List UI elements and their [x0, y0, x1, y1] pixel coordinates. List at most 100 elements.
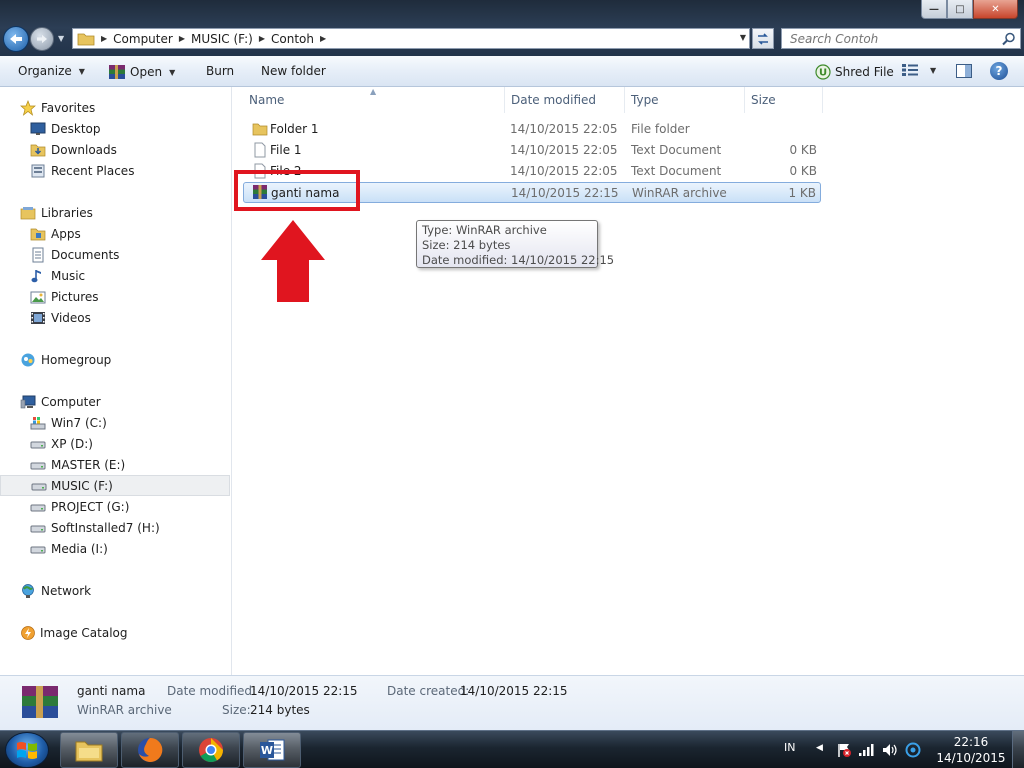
hard-drive-icon	[30, 525, 46, 532]
volume-icon[interactable]	[881, 742, 897, 758]
details-date-created-label: Date created:	[387, 684, 470, 698]
burn-label: Burn	[206, 64, 235, 78]
new-folder-button[interactable]: New folder	[261, 64, 326, 78]
videos-icon	[31, 311, 45, 324]
clock-time: 22:16	[953, 735, 989, 749]
nav-network[interactable]: Network	[0, 580, 230, 601]
breadcrumb-contoh[interactable]: Contoh	[271, 32, 314, 46]
show-hidden-icons-icon[interactable]: ◀	[816, 743, 823, 753]
nav-drive-g[interactable]: PROJECT (G:)	[0, 496, 230, 517]
details-pane: ganti nama WinRAR archive Date modified:…	[0, 675, 1024, 730]
desktop-icon	[30, 122, 46, 135]
shred-file-button[interactable]: U Shred File	[815, 64, 894, 80]
breadcrumb-computer[interactable]: Computer	[113, 32, 173, 46]
network-icon	[22, 583, 34, 598]
nav-label: Recent Places	[51, 163, 135, 178]
file-date: 14/10/2015 22:05	[510, 143, 618, 157]
file-date: 14/10/2015 22:05	[510, 122, 618, 136]
apps-library-icon	[30, 228, 46, 240]
nav-computer[interactable]: Computer	[0, 391, 230, 412]
network-signal-icon[interactable]	[858, 742, 874, 758]
column-header-label: Name	[249, 93, 285, 107]
nav-label: MUSIC (F:)	[51, 478, 113, 493]
file-tooltip: Type: WinRAR archive Size: 214 bytes Dat…	[416, 220, 615, 268]
taskbar-chrome[interactable]	[182, 732, 240, 768]
column-header-date-modified[interactable]: Date modified	[505, 87, 625, 113]
action-center-flag-icon[interactable]	[836, 742, 852, 758]
breadcrumb-separator-icon[interactable]: ▶	[320, 34, 326, 43]
minimize-button[interactable]: —	[921, 0, 947, 19]
shred-icon: U	[815, 64, 831, 80]
breadcrumb-music-drive[interactable]: MUSIC (F:)	[191, 32, 253, 46]
show-desktop-button[interactable]	[1012, 731, 1024, 768]
preview-pane-icon[interactable]	[956, 64, 972, 78]
search-input[interactable]	[790, 31, 990, 46]
nav-drive-f[interactable]: MUSIC (F:)	[0, 475, 230, 496]
details-size: 214 bytes	[250, 703, 310, 717]
taskbar-word[interactable]: W	[243, 732, 301, 768]
close-button[interactable]: ✕	[973, 0, 1018, 19]
column-header-size[interactable]: Size	[745, 87, 823, 113]
maximize-button[interactable]: □	[947, 0, 973, 19]
breadcrumb-separator-icon[interactable]: ▶	[101, 34, 107, 43]
address-bar[interactable]: ▶ Computer ▶ MUSIC (F:) ▶ Contoh ▶ ▼	[72, 28, 750, 49]
folder-icon	[77, 33, 95, 45]
nav-libraries[interactable]: Libraries	[0, 202, 230, 223]
burn-button[interactable]: Burn	[206, 64, 234, 78]
nav-drive-e[interactable]: MASTER (E:)	[0, 454, 230, 475]
file-row-folder-1[interactable]: Folder 1 14/10/2015 22:05 File folder	[243, 119, 821, 140]
word-icon: W	[260, 739, 285, 761]
sort-ascending-icon: ▲	[370, 87, 377, 96]
file-type: File folder	[631, 122, 690, 136]
nav-drive-c[interactable]: Win7 (C:)	[0, 412, 230, 433]
shred-file-label: Shred File	[835, 65, 894, 79]
organize-menu[interactable]: Organize ▼	[18, 64, 85, 78]
search-icon[interactable]	[1002, 32, 1016, 46]
breadcrumb-separator-icon[interactable]: ▶	[179, 34, 185, 43]
change-view-button[interactable]: ▼	[902, 64, 936, 76]
refresh-button[interactable]	[752, 28, 774, 49]
file-date: 14/10/2015 22:15	[511, 186, 619, 200]
breadcrumb-separator-icon[interactable]: ▶	[259, 34, 265, 43]
nav-label: Apps	[51, 226, 81, 241]
nav-music[interactable]: Music	[0, 265, 230, 286]
red-highlight-box	[234, 170, 360, 211]
nav-drive-h[interactable]: SoftInstalled7 (H:)	[0, 517, 230, 538]
nav-drive-i[interactable]: Media (I:)	[0, 538, 230, 559]
nav-recent-places[interactable]: Recent Places	[0, 160, 230, 181]
nav-pictures[interactable]: Pictures	[0, 286, 230, 307]
nav-apps[interactable]: Apps	[0, 223, 230, 244]
nav-documents[interactable]: Documents	[0, 244, 230, 265]
back-button[interactable]	[3, 26, 29, 52]
tooltip-date: Date modified: 14/10/2015 22:15	[422, 253, 615, 267]
nav-image-catalog[interactable]: Image Catalog	[0, 622, 230, 643]
nav-favorites[interactable]: Favorites	[0, 97, 230, 118]
nav-homegroup[interactable]: Homegroup	[0, 349, 230, 370]
svg-text:U: U	[819, 68, 827, 79]
taskbar-firefox[interactable]	[121, 732, 179, 768]
start-button[interactable]	[5, 732, 49, 768]
forward-button[interactable]	[30, 27, 54, 51]
file-row-file-1[interactable]: File 1 14/10/2015 22:05 Text Document 0 …	[243, 140, 821, 161]
nav-label: Desktop	[51, 121, 101, 136]
explorer-folder-icon	[75, 741, 103, 762]
nav-label: PROJECT (G:)	[51, 499, 130, 514]
clock[interactable]: 22:16 14/10/2015	[936, 734, 1006, 766]
sync-app-icon[interactable]	[905, 742, 921, 758]
firefox-icon	[138, 737, 163, 762]
recent-pages-dropdown[interactable]: ▼	[58, 34, 64, 43]
nav-downloads[interactable]: Downloads	[0, 139, 230, 160]
homegroup-icon	[21, 353, 35, 366]
column-header-type[interactable]: Type	[625, 87, 745, 113]
nav-desktop[interactable]: Desktop	[0, 118, 230, 139]
svg-text:W: W	[261, 744, 273, 757]
language-indicator[interactable]: IN	[784, 741, 795, 754]
address-history-dropdown[interactable]: ▼	[740, 33, 746, 42]
nav-videos[interactable]: Videos	[0, 307, 230, 328]
nav-drive-d[interactable]: XP (D:)	[0, 433, 230, 454]
search-box[interactable]	[781, 28, 1021, 49]
help-icon[interactable]: ?	[990, 62, 1008, 80]
taskbar-explorer[interactable]	[60, 732, 118, 768]
downloads-folder-icon	[30, 144, 46, 156]
open-menu[interactable]: Open ▼	[108, 64, 175, 80]
